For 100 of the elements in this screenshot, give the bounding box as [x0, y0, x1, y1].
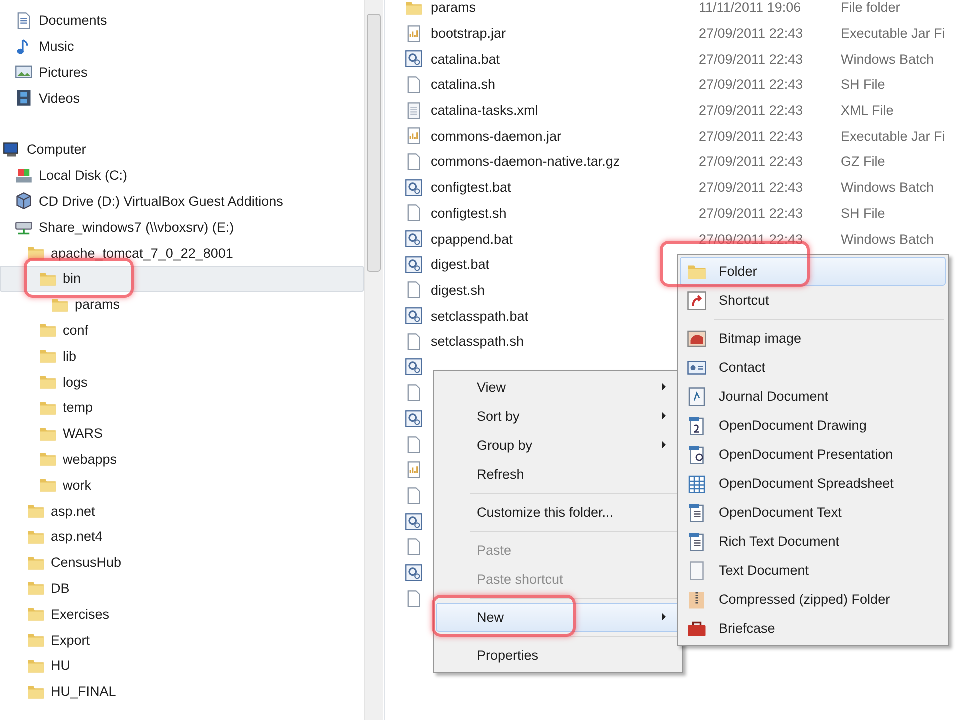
menu-item[interactable]: Rich Text Document	[680, 527, 946, 556]
tree-item[interactable]: HU	[0, 652, 364, 679]
tree-item-label: bin	[63, 271, 82, 286]
tree-item[interactable]: apache_tomcat_7_0_22_8001	[0, 240, 364, 266]
menu-item[interactable]: Contact	[680, 353, 946, 382]
tree-item-label: asp.net	[51, 504, 96, 519]
file-name[interactable]: cpappend.bat	[431, 232, 513, 247]
tree-item-label: Videos	[39, 90, 80, 106]
file-name[interactable]: setclasspath.sh	[431, 334, 524, 350]
tree-item[interactable]: Documents	[0, 8, 364, 34]
tree-item-label: logs	[63, 374, 88, 390]
tree-item[interactable]: asp.net4	[0, 524, 364, 550]
tree-item-label: work	[63, 478, 92, 493]
file-date: 27/09/2011 22:43	[699, 77, 804, 92]
menu-item[interactable]: Properties	[436, 641, 680, 670]
menu-item[interactable]: Bitmap image	[680, 324, 946, 353]
tree-item[interactable]: webapps	[0, 446, 364, 472]
tree-item-label: temp	[63, 400, 94, 416]
file-date: 27/09/2011 22:43	[699, 206, 804, 221]
file-name[interactable]: commons-daemon.jar	[431, 128, 562, 144]
tree-item[interactable]: Export	[0, 627, 364, 653]
file-type: XML File	[841, 103, 894, 118]
scrollbar[interactable]	[364, 0, 383, 720]
tree-item[interactable]: DB	[0, 576, 364, 602]
menu-item[interactable]: Customize this folder...	[436, 498, 680, 527]
tree-item[interactable]: CensusHub	[0, 550, 364, 576]
menu-item[interactable]: Text Document	[680, 556, 946, 585]
submenu-arrow-icon	[661, 412, 667, 420]
tree-item[interactable]: Share_windows7 (\\vboxsrv) (E:)	[0, 214, 364, 240]
tree-item[interactable]: Local Disk (C:)	[0, 162, 364, 189]
file-type: Windows Batch	[841, 52, 934, 67]
menu-item[interactable]: New	[436, 603, 680, 632]
tree-item[interactable]: logs	[0, 369, 364, 395]
tree-item-label: Pictures	[39, 64, 88, 80]
tree-item[interactable]: Music	[0, 34, 364, 60]
tree-item[interactable]: Pictures	[0, 60, 364, 86]
menu-item[interactable]: Sort by	[436, 402, 680, 431]
tree-item-label: asp.net4	[51, 529, 103, 544]
file-name[interactable]: configtest.sh	[431, 206, 507, 221]
file-name[interactable]: params	[431, 0, 476, 16]
tree-item[interactable]: Exercises	[0, 601, 364, 628]
menu-item[interactable]: Journal Document	[680, 382, 946, 411]
scrollbar-thumb[interactable]	[367, 14, 381, 272]
tree-item[interactable]: CD Drive (D:) VirtualBox Guest Additions	[0, 188, 364, 214]
menu-item[interactable]: OpenDocument Presentation	[680, 440, 946, 469]
menu-item[interactable]: Refresh	[436, 460, 680, 489]
tree-item-label: webapps	[63, 452, 118, 467]
tree-item-label: Local Disk (C:)	[39, 168, 128, 184]
file-name[interactable]: configtest.bat	[431, 180, 512, 196]
file-name[interactable]: digest.sh	[431, 282, 486, 298]
menu-item[interactable]: Shortcut	[680, 286, 946, 315]
tree-item-label: DB	[51, 580, 70, 596]
submenu-arrow-icon	[661, 613, 667, 621]
file-name[interactable]: catalina.bat	[431, 52, 500, 67]
file-name[interactable]: bootstrap.jar	[431, 26, 506, 42]
menu-item[interactable]: OpenDocument Spreadsheet	[680, 469, 946, 498]
tree-item[interactable]: lib	[0, 343, 364, 370]
menu-item[interactable]: OpenDocument Text	[680, 498, 946, 527]
file-name[interactable]: digest.bat	[431, 257, 490, 272]
tree-item[interactable]: asp.net	[0, 498, 364, 524]
file-name[interactable]: setclasspath.bat	[431, 308, 529, 324]
tree-item-label: params	[75, 297, 120, 312]
tree-item[interactable]: params	[0, 292, 364, 318]
file-date: 27/09/2011 22:43	[699, 128, 804, 144]
tree-item-label: CensusHub	[51, 555, 122, 570]
file-name[interactable]: catalina.sh	[431, 77, 496, 92]
file-date: 27/09/2011 22:43	[699, 154, 804, 170]
menu-item[interactable]: OpenDocument Drawing	[680, 411, 946, 440]
tree-item[interactable]: Videos	[0, 85, 364, 112]
tree-item[interactable]: work	[0, 472, 364, 498]
submenu-arrow-icon	[661, 383, 667, 391]
tree-item-label: Music	[39, 39, 74, 54]
tree-item[interactable]: temp	[0, 394, 364, 421]
tree-item[interactable]: conf	[0, 318, 364, 344]
tree-item[interactable]: HU_FINAL	[0, 678, 364, 705]
file-type: SH File	[841, 77, 886, 92]
tree-item-label: Export	[51, 632, 90, 648]
tree-item[interactable]: Computer	[0, 136, 364, 163]
tree-item[interactable]: WARS	[0, 420, 364, 447]
tree-item-label: apache_tomcat_7_0_22_8001	[51, 246, 234, 261]
file-type: GZ File	[841, 154, 886, 170]
menu-item[interactable]: View	[436, 373, 680, 402]
menu-item[interactable]: Group by	[436, 431, 680, 460]
file-name[interactable]: commons-daemon-native.tar.gz	[431, 154, 620, 170]
tree-item-label: conf	[63, 322, 89, 338]
tree-item[interactable]: bin	[0, 266, 364, 292]
tree-item-label: WARS	[63, 426, 103, 442]
tree-item-label: Documents	[39, 13, 108, 28]
file-type: Executable Jar Fi	[841, 128, 946, 144]
file-type: Windows Batch	[841, 232, 934, 247]
file-type: Windows Batch	[841, 180, 934, 196]
file-date: 27/09/2011 22:43	[699, 26, 804, 42]
file-name[interactable]: catalina-tasks.xml	[431, 103, 538, 118]
menu-item[interactable]: Compressed (zipped) Folder	[680, 585, 946, 614]
menu-item[interactable]: Briefcase	[680, 614, 946, 643]
menu-item[interactable]: Folder	[680, 257, 946, 286]
tree-item-label: Share_windows7 (\\vboxsrv) (E:)	[39, 220, 234, 235]
file-date: 27/09/2011 22:43	[699, 103, 804, 118]
submenu-arrow-icon	[661, 441, 667, 449]
tree-item-label: HU_FINAL	[51, 684, 116, 700]
